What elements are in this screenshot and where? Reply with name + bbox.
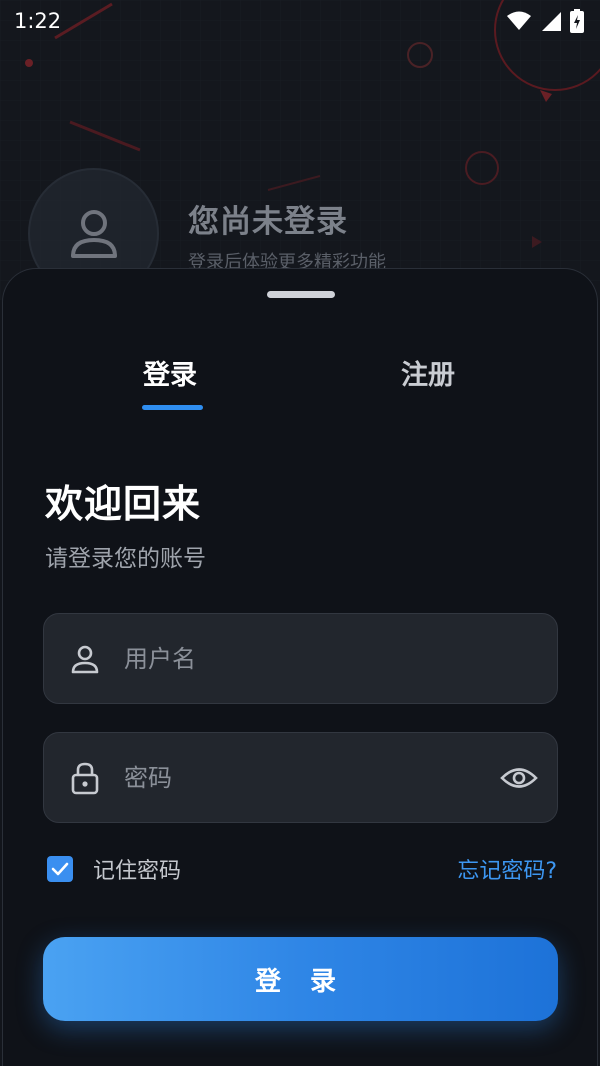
show-password-button[interactable] <box>499 758 539 798</box>
user-icon <box>70 209 117 258</box>
tab-indicator <box>142 405 203 410</box>
username-field[interactable] <box>43 613 558 704</box>
profile-title: 您尚未登录 <box>188 204 348 240</box>
tab-register[interactable]: 注册 <box>401 353 455 392</box>
password-field[interactable] <box>43 732 558 823</box>
status-time: 1:22 <box>14 9 62 33</box>
welcome-subtitle: 请登录您的账号 <box>45 546 206 572</box>
remember-me-checkbox[interactable] <box>47 856 73 882</box>
username-input[interactable] <box>124 644 557 673</box>
login-sheet: 登录 注册 欢迎回来 请登录您的账号 用户名 记住密码 忘记密码? 登 录 <box>2 268 598 1066</box>
welcome-title: 欢迎回来 <box>45 482 202 526</box>
tab-login[interactable]: 登录 <box>143 353 197 392</box>
wifi-icon <box>507 11 531 30</box>
eye-icon <box>500 767 538 788</box>
check-icon <box>51 862 69 876</box>
battery-charging-icon <box>570 9 584 33</box>
status-bar: 1:22 <box>0 0 600 42</box>
login-button[interactable]: 登 录 <box>43 937 558 1021</box>
status-icons <box>506 9 584 33</box>
drag-handle[interactable] <box>267 291 335 298</box>
remember-me-toggle[interactable]: 记住密码 <box>47 853 181 885</box>
remember-me-label: 记住密码 <box>93 859 182 884</box>
user-icon <box>68 642 102 676</box>
signal-icon <box>542 12 561 31</box>
password-input[interactable] <box>124 763 499 792</box>
forgot-password-link[interactable]: 忘记密码? <box>457 853 557 885</box>
lock-icon <box>68 761 102 795</box>
login-screen: 1:22 您尚未登录 登录后体验更多精彩功能 登录 注册 欢迎回来 请登录您的账… <box>0 0 600 1066</box>
